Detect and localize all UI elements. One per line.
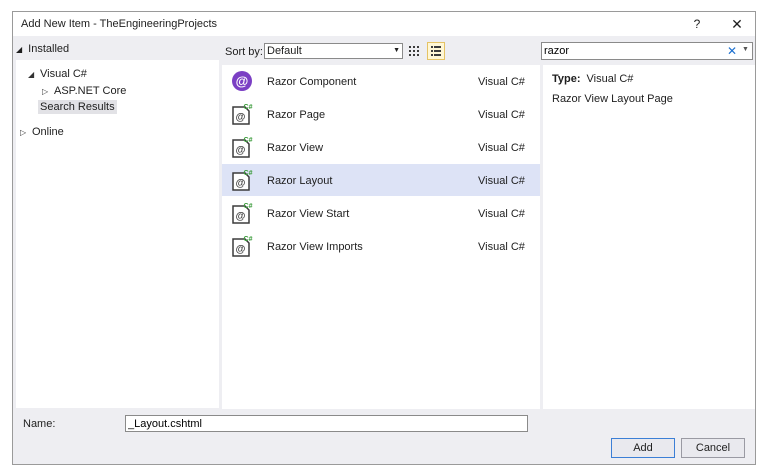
svg-text:C#: C# bbox=[244, 170, 253, 177]
type-value: Visual C# bbox=[586, 73, 634, 85]
template-tree: ◢ Visual C# ▷ ASP.NET Core Search Results … bbox=[16, 60, 219, 408]
tree-item-aspnet-core[interactable]: ▷ ASP.NET Core bbox=[42, 85, 126, 97]
add-new-item-dialog: Add New Item - TheEngineeringProjects ? … bbox=[12, 11, 756, 465]
installed-label: Installed bbox=[28, 43, 70, 55]
installed-header[interactable]: ◢ Installed bbox=[16, 43, 69, 55]
template-list: @ Razor Component Visual C# @ C# Razor P… bbox=[222, 65, 540, 409]
list-view-icon bbox=[431, 46, 441, 56]
dropdown-arrow-icon: ▼ bbox=[393, 47, 400, 54]
details-panel: Type: Visual C# Razor View Layout Page bbox=[543, 65, 755, 409]
svg-text:@: @ bbox=[236, 112, 246, 123]
collapsed-arrow-icon: ▷ bbox=[42, 87, 49, 96]
svg-text:C#: C# bbox=[244, 104, 253, 111]
svg-text:@: @ bbox=[236, 244, 246, 255]
list-item[interactable]: @ C# Razor View Imports Visual C# bbox=[222, 230, 540, 262]
tree-item-label: Visual C# bbox=[40, 68, 87, 80]
svg-text:@: @ bbox=[236, 145, 246, 156]
razor-file-icon: @ C# bbox=[232, 170, 253, 191]
list-item-selected[interactable]: @ C# Razor Layout Visual C# bbox=[222, 164, 540, 196]
razor-file-icon: @ C# bbox=[232, 137, 253, 158]
svg-text:@: @ bbox=[236, 211, 246, 222]
small-icons-view-button[interactable] bbox=[405, 42, 423, 60]
list-item[interactable]: @ C# Razor View Start Visual C# bbox=[222, 197, 540, 229]
help-button[interactable]: ? bbox=[687, 15, 707, 33]
item-name: Razor View Imports bbox=[267, 241, 363, 253]
razor-component-icon: @ bbox=[232, 71, 252, 91]
svg-text:C#: C# bbox=[244, 236, 253, 243]
razor-file-icon: @ C# bbox=[232, 236, 253, 257]
search-dropdown-icon[interactable]: ▼ bbox=[742, 46, 749, 53]
item-language: Visual C# bbox=[478, 76, 525, 88]
sort-by-value: Default bbox=[267, 45, 302, 57]
tree-item-label: ASP.NET Core bbox=[54, 85, 127, 97]
item-name: Razor Page bbox=[267, 109, 326, 121]
list-view-button[interactable] bbox=[427, 42, 445, 60]
title-bar: Add New Item - TheEngineeringProjects ? … bbox=[13, 12, 755, 36]
svg-text:C#: C# bbox=[244, 137, 253, 144]
close-button[interactable]: ✕ bbox=[727, 15, 747, 33]
name-field[interactable] bbox=[125, 415, 528, 432]
list-item[interactable]: @ Razor Component Visual C# bbox=[222, 65, 540, 97]
sort-by-dropdown[interactable]: Default ▼ bbox=[264, 43, 403, 59]
grid-view-icon bbox=[409, 46, 419, 56]
razor-file-icon: @ C# bbox=[232, 203, 253, 224]
cancel-button[interactable]: Cancel bbox=[681, 438, 745, 458]
item-language: Visual C# bbox=[478, 142, 525, 154]
tree-item-visual-cs[interactable]: ◢ Visual C# bbox=[28, 68, 87, 80]
item-language: Visual C# bbox=[478, 241, 525, 253]
window-title: Add New Item - TheEngineeringProjects bbox=[21, 18, 218, 30]
list-item[interactable]: @ C# Razor Page Visual C# bbox=[222, 98, 540, 130]
collapsed-arrow-icon: ▷ bbox=[20, 128, 27, 137]
list-item[interactable]: @ C# Razor View Visual C# bbox=[222, 131, 540, 163]
search-input[interactable] bbox=[544, 44, 714, 58]
name-label: Name: bbox=[23, 418, 56, 430]
type-line: Type: Visual C# bbox=[552, 73, 633, 85]
item-name: Razor View Start bbox=[267, 208, 350, 220]
svg-text:@: @ bbox=[236, 178, 246, 189]
razor-file-icon: @ C# bbox=[232, 104, 253, 125]
tree-item-label: Search Results bbox=[38, 100, 117, 114]
item-name: Razor Component bbox=[267, 76, 357, 88]
item-language: Visual C# bbox=[478, 109, 525, 121]
type-label: Type: bbox=[552, 73, 581, 85]
add-button[interactable]: Add bbox=[611, 438, 675, 458]
item-name: Razor View bbox=[267, 142, 324, 154]
collapse-arrow-icon: ◢ bbox=[16, 45, 23, 54]
clear-search-icon[interactable]: ✕ bbox=[727, 44, 737, 58]
item-name: Razor Layout bbox=[267, 175, 333, 187]
svg-text:C#: C# bbox=[244, 203, 253, 210]
tree-item-label: Online bbox=[32, 126, 64, 138]
item-description: Razor View Layout Page bbox=[552, 93, 673, 105]
tree-item-search-results[interactable]: Search Results bbox=[38, 100, 117, 114]
svg-text:@: @ bbox=[236, 74, 249, 89]
expanded-arrow-icon: ◢ bbox=[28, 70, 35, 79]
tree-item-online[interactable]: ▷ Online bbox=[20, 126, 64, 138]
sort-by-label: Sort by: bbox=[225, 46, 263, 58]
item-language: Visual C# bbox=[478, 175, 525, 187]
item-language: Visual C# bbox=[478, 208, 525, 220]
search-box[interactable]: ✕ ▼ bbox=[541, 42, 753, 60]
